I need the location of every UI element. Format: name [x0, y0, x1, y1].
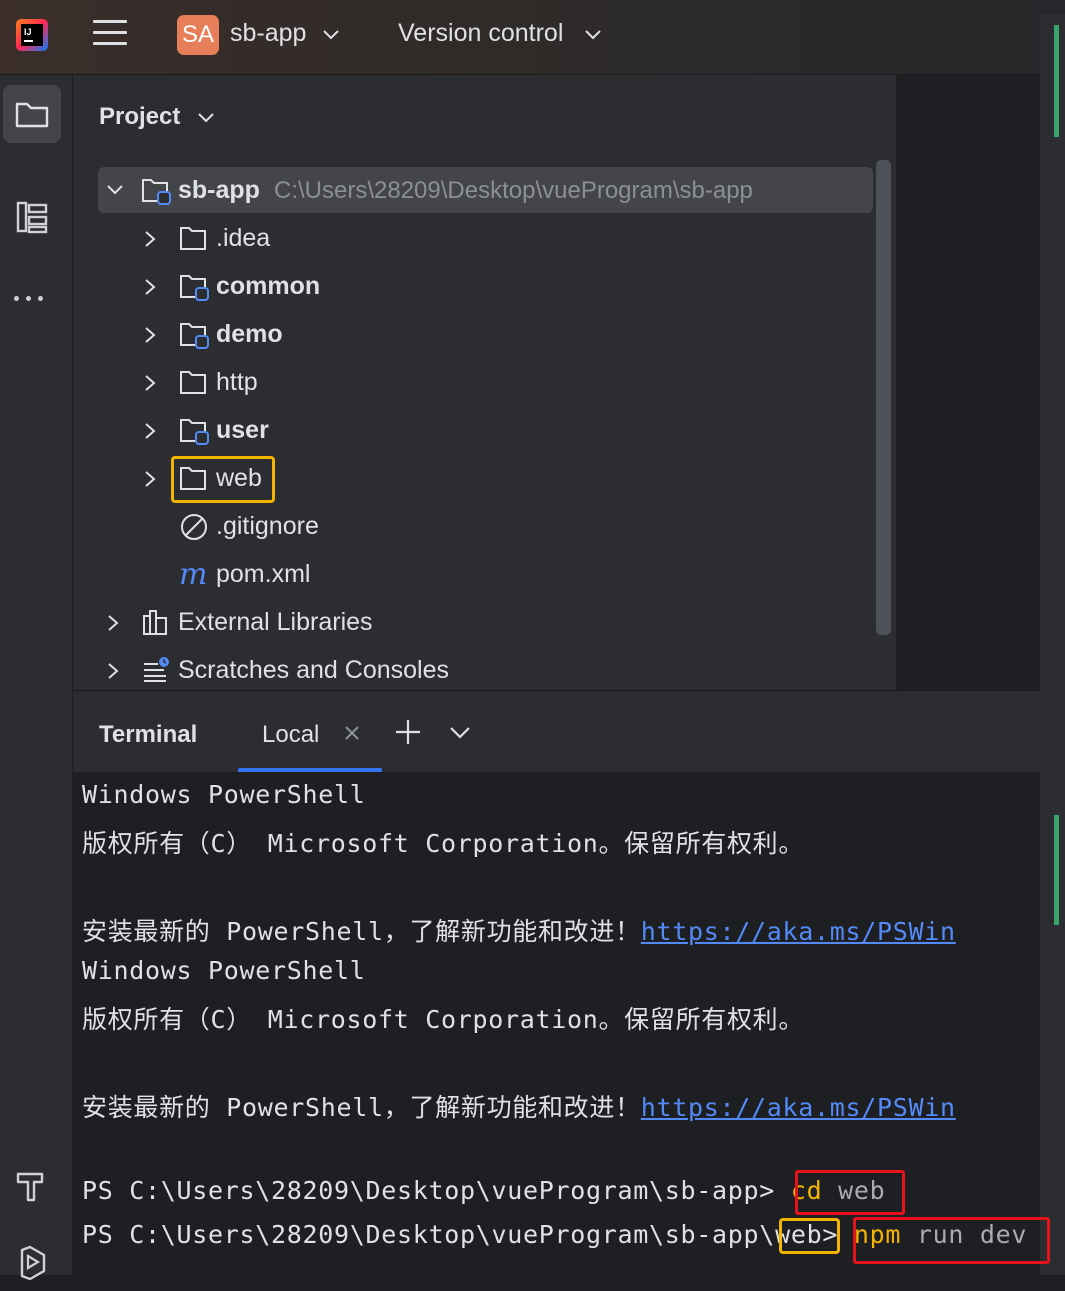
chevron-right-icon[interactable] — [143, 470, 157, 488]
close-icon[interactable] — [343, 724, 361, 742]
structure-tool-button[interactable] — [3, 188, 61, 246]
tree-row-root[interactable]: sb-app C:\Users\28209\Desktop\vueProgram… — [98, 167, 873, 213]
ignored-file-icon — [181, 514, 207, 540]
project-scrollbar[interactable] — [876, 160, 891, 635]
terminal-line: 版权所有（C） Microsoft Corporation。保留所有权利。 — [82, 1005, 805, 1034]
terminal-text: 安装最新的 PowerShell，了解新功能和改进！ — [82, 917, 641, 946]
more-icon[interactable] — [14, 288, 54, 301]
intellij-logo-icon[interactable]: IJ — [16, 19, 48, 51]
chevron-right-icon[interactable] — [106, 614, 120, 632]
highlight-box-npm-command — [853, 1217, 1050, 1264]
tree-row[interactable]: http — [98, 359, 873, 407]
terminal-prompt-line: PS C:\Users\28209\Desktop\vueProgram\sb-… — [82, 1176, 885, 1205]
tree-row-external-libraries[interactable]: External Libraries — [98, 599, 873, 647]
tree-label: Scratches and Consoles — [178, 656, 449, 684]
tab-local[interactable]: Local — [238, 691, 382, 773]
tree-row[interactable]: common — [98, 263, 873, 311]
tree-label: user — [216, 416, 269, 444]
module-folder-icon — [180, 323, 209, 349]
tree-label: .idea — [216, 224, 271, 252]
terminal-line: 版权所有（C） Microsoft Corporation。保留所有权利。 — [82, 829, 805, 858]
tree-label: sb-app — [178, 176, 260, 204]
tool-window-strip — [0, 75, 73, 1280]
terminal-text: 安装最新的 PowerShell，了解新功能和改进！ — [82, 1093, 641, 1122]
tree-label: common — [216, 272, 321, 300]
scratches-icon — [144, 657, 169, 682]
chevron-down-icon[interactable] — [584, 28, 602, 42]
terminal-line: Windows PowerShell — [82, 956, 366, 985]
editor-area — [897, 75, 1041, 690]
svg-text:IJ: IJ — [24, 27, 32, 37]
change-marker — [1054, 815, 1059, 925]
title-bar: IJ SA sb-app Version control — [0, 0, 1065, 75]
project-tool-button[interactable] — [3, 85, 61, 143]
add-terminal-icon[interactable] — [395, 719, 421, 745]
chevron-right-icon[interactable] — [143, 230, 157, 248]
hammer-icon — [16, 1172, 44, 1202]
project-name-dropdown[interactable]: sb-app — [230, 19, 306, 48]
tree-label: .gitignore — [216, 512, 319, 540]
chevron-down-icon[interactable] — [106, 182, 124, 198]
terminal-title: Terminal — [99, 721, 198, 748]
change-marker — [1054, 25, 1059, 137]
tree-label: http — [216, 368, 258, 396]
maven-icon: m — [179, 560, 207, 590]
project-panel-title[interactable]: Project — [99, 103, 180, 131]
build-tool-button[interactable] — [3, 1157, 61, 1215]
tree-path: C:\Users\28209\Desktop\vueProgram\sb-app — [274, 177, 753, 204]
tree-row[interactable]: user — [98, 407, 873, 455]
terminal-line: 安装最新的 PowerShell，了解新功能和改进！https://aka.ms… — [82, 1088, 956, 1124]
structure-icon — [16, 201, 48, 234]
highlight-box-cd-command — [795, 1170, 905, 1215]
module-folder-icon — [180, 419, 209, 445]
prompt: PS C:\Users\28209\Desktop\vueProgram\sb-… — [82, 1176, 791, 1205]
terminal-header: Terminal Local — [73, 690, 1040, 773]
version-control-dropdown[interactable]: Version control — [398, 19, 563, 48]
chevron-down-icon[interactable] — [322, 28, 340, 42]
tree-label: External Libraries — [178, 608, 373, 636]
tree-row[interactable]: demo — [98, 311, 873, 359]
powershell-link[interactable]: https://aka.ms/PSWin — [641, 1093, 956, 1122]
chevron-right-icon[interactable] — [143, 422, 157, 440]
library-icon — [143, 610, 167, 635]
module-folder-icon — [180, 275, 209, 301]
chevron-right-icon[interactable] — [143, 278, 157, 296]
project-panel: Project sb-app C:\Users\28209\Desktop\vu… — [73, 75, 896, 690]
chevron-right-icon[interactable] — [106, 662, 120, 680]
tree-label: demo — [216, 320, 283, 348]
project-badge[interactable]: SA — [177, 15, 219, 55]
highlight-box-web-folder — [171, 456, 275, 503]
folder-icon — [180, 371, 206, 394]
tree-row[interactable]: .gitignore — [98, 503, 873, 551]
prompt: PS C:\Users\28209\Desktop\vueProgram\sb-… — [82, 1220, 776, 1249]
main-menu-button[interactable] — [93, 20, 127, 52]
tree-row[interactable]: m pom.xml — [98, 551, 873, 599]
svg-text:m: m — [179, 560, 207, 590]
tab-label: Local — [262, 721, 320, 748]
powershell-link[interactable]: https://aka.ms/PSWin — [641, 917, 956, 946]
chevron-right-icon[interactable] — [143, 374, 157, 392]
chevron-down-icon[interactable] — [197, 111, 215, 125]
tree-label: pom.xml — [216, 560, 311, 588]
terminal-line: 安装最新的 PowerShell，了解新功能和改进！https://aka.ms… — [82, 912, 956, 948]
tree-row[interactable]: .idea — [98, 215, 873, 263]
highlight-box-web-dir — [779, 1218, 840, 1254]
right-tool-strip — [1040, 14, 1065, 1275]
tree-row-scratches[interactable]: Scratches and Consoles — [98, 647, 873, 695]
module-folder-icon — [142, 179, 171, 205]
chevron-down-icon[interactable] — [449, 725, 471, 741]
run-tool-button[interactable] — [3, 1233, 61, 1291]
folder-icon — [180, 227, 206, 250]
folder-icon — [15, 102, 49, 128]
chevron-right-icon[interactable] — [143, 326, 157, 344]
terminal-line: Windows PowerShell — [82, 780, 366, 809]
